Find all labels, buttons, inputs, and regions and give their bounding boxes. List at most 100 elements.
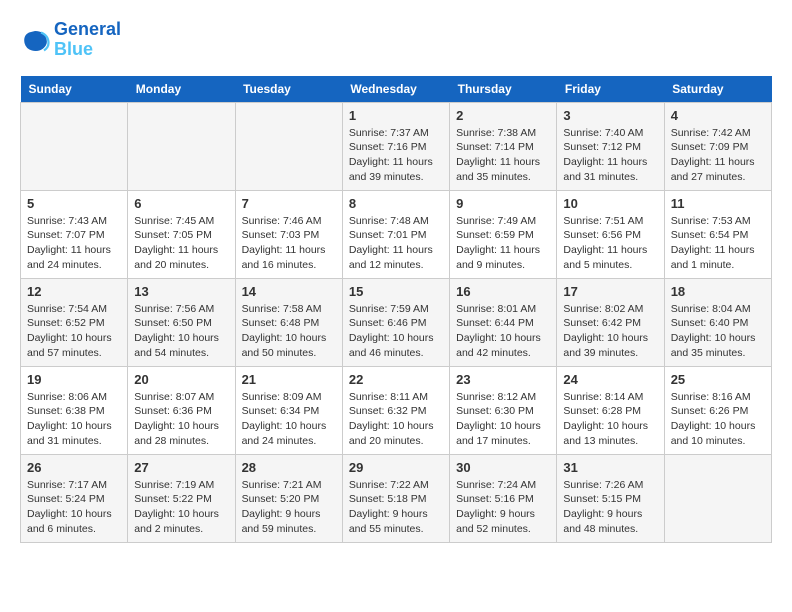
day-number: 8 xyxy=(349,196,443,211)
calendar-cell: 13 Sunrise: 7:56 AM Sunset: 6:50 PM Dayli… xyxy=(128,278,235,366)
calendar-cell: 3Sunrise: 7:40 AM Sunset: 7:12 PM Daylig… xyxy=(557,102,664,190)
day-number: 12 xyxy=(27,284,121,299)
weekday-header-row: SundayMondayTuesdayWednesdayThursdayFrid… xyxy=(21,76,772,103)
calendar-cell: 24 Sunrise: 8:14 AM Sunset: 6:28 PM Dayli… xyxy=(557,366,664,454)
day-info: Sunrise: 7:54 AM Sunset: 6:52 PM Dayligh… xyxy=(27,302,121,361)
calendar-cell: 29 Sunrise: 7:22 AM Sunset: 5:18 PM Dayli… xyxy=(342,454,449,542)
calendar-cell: 14 Sunrise: 7:58 AM Sunset: 6:48 PM Dayli… xyxy=(235,278,342,366)
day-number: 31 xyxy=(563,460,657,475)
day-number: 25 xyxy=(671,372,765,387)
calendar-cell: 8 Sunrise: 7:48 AM Sunset: 7:01 PM Daylig… xyxy=(342,190,449,278)
day-info: Sunrise: 7:53 AM Sunset: 6:54 PM Dayligh… xyxy=(671,214,765,273)
calendar-cell: 23 Sunrise: 8:12 AM Sunset: 6:30 PM Dayli… xyxy=(450,366,557,454)
day-number: 1 xyxy=(349,108,443,123)
day-number: 26 xyxy=(27,460,121,475)
day-info: Sunrise: 7:58 AM Sunset: 6:48 PM Dayligh… xyxy=(242,302,336,361)
calendar-cell: 31 Sunrise: 7:26 AM Sunset: 5:15 PM Dayli… xyxy=(557,454,664,542)
logo-line2: Blue xyxy=(54,40,121,60)
day-number: 29 xyxy=(349,460,443,475)
day-number: 27 xyxy=(134,460,228,475)
calendar-cell: 7 Sunrise: 7:46 AM Sunset: 7:03 PM Daylig… xyxy=(235,190,342,278)
day-info: Sunrise: 7:56 AM Sunset: 6:50 PM Dayligh… xyxy=(134,302,228,361)
day-info: Sunrise: 7:49 AM Sunset: 6:59 PM Dayligh… xyxy=(456,214,550,273)
calendar-cell: 21 Sunrise: 8:09 AM Sunset: 6:34 PM Dayli… xyxy=(235,366,342,454)
calendar-cell: 11 Sunrise: 7:53 AM Sunset: 6:54 PM Dayli… xyxy=(664,190,771,278)
day-number: 7 xyxy=(242,196,336,211)
day-number: 11 xyxy=(671,196,765,211)
day-info: Sunrise: 7:37 AM Sunset: 7:16 PM Dayligh… xyxy=(349,126,443,185)
logo: General Blue xyxy=(20,20,121,60)
weekday-header-saturday: Saturday xyxy=(664,76,771,103)
weekday-header-monday: Monday xyxy=(128,76,235,103)
day-info: Sunrise: 8:16 AM Sunset: 6:26 PM Dayligh… xyxy=(671,390,765,449)
day-number: 2 xyxy=(456,108,550,123)
calendar-cell: 26 Sunrise: 7:17 AM Sunset: 5:24 PM Dayli… xyxy=(21,454,128,542)
calendar-cell xyxy=(235,102,342,190)
calendar-cell xyxy=(21,102,128,190)
calendar-table: SundayMondayTuesdayWednesdayThursdayFrid… xyxy=(20,76,772,543)
day-number: 13 xyxy=(134,284,228,299)
day-number: 21 xyxy=(242,372,336,387)
day-number: 9 xyxy=(456,196,550,211)
calendar-cell: 2Sunrise: 7:38 AM Sunset: 7:14 PM Daylig… xyxy=(450,102,557,190)
day-info: Sunrise: 7:46 AM Sunset: 7:03 PM Dayligh… xyxy=(242,214,336,273)
day-info: Sunrise: 7:19 AM Sunset: 5:22 PM Dayligh… xyxy=(134,478,228,537)
day-number: 6 xyxy=(134,196,228,211)
calendar-cell: 25 Sunrise: 8:16 AM Sunset: 6:26 PM Dayli… xyxy=(664,366,771,454)
day-number: 18 xyxy=(671,284,765,299)
day-info: Sunrise: 8:12 AM Sunset: 6:30 PM Dayligh… xyxy=(456,390,550,449)
logo-line1: General xyxy=(54,20,121,40)
weekday-header-sunday: Sunday xyxy=(21,76,128,103)
day-number: 4 xyxy=(671,108,765,123)
logo-icon xyxy=(20,25,50,55)
day-info: Sunrise: 7:22 AM Sunset: 5:18 PM Dayligh… xyxy=(349,478,443,537)
day-number: 14 xyxy=(242,284,336,299)
calendar-cell: 1 Sunrise: 7:37 AM Sunset: 7:16 PM Daylig… xyxy=(342,102,449,190)
day-info: Sunrise: 8:14 AM Sunset: 6:28 PM Dayligh… xyxy=(563,390,657,449)
day-number: 30 xyxy=(456,460,550,475)
day-info: Sunrise: 7:17 AM Sunset: 5:24 PM Dayligh… xyxy=(27,478,121,537)
calendar-cell: 28 Sunrise: 7:21 AM Sunset: 5:20 PM Dayli… xyxy=(235,454,342,542)
day-info: Sunrise: 8:06 AM Sunset: 6:38 PM Dayligh… xyxy=(27,390,121,449)
day-info: Sunrise: 7:59 AM Sunset: 6:46 PM Dayligh… xyxy=(349,302,443,361)
calendar-cell xyxy=(128,102,235,190)
day-number: 28 xyxy=(242,460,336,475)
calendar-cell: 16 Sunrise: 8:01 AM Sunset: 6:44 PM Dayli… xyxy=(450,278,557,366)
calendar-cell: 27 Sunrise: 7:19 AM Sunset: 5:22 PM Dayli… xyxy=(128,454,235,542)
day-info: Sunrise: 7:24 AM Sunset: 5:16 PM Dayligh… xyxy=(456,478,550,537)
day-info: Sunrise: 7:43 AM Sunset: 7:07 PM Dayligh… xyxy=(27,214,121,273)
day-info: Sunrise: 8:09 AM Sunset: 6:34 PM Dayligh… xyxy=(242,390,336,449)
day-number: 23 xyxy=(456,372,550,387)
day-info: Sunrise: 7:21 AM Sunset: 5:20 PM Dayligh… xyxy=(242,478,336,537)
calendar-week-row: 19Sunrise: 8:06 AM Sunset: 6:38 PM Dayli… xyxy=(21,366,772,454)
day-info: Sunrise: 8:04 AM Sunset: 6:40 PM Dayligh… xyxy=(671,302,765,361)
calendar-cell: 4 Sunrise: 7:42 AM Sunset: 7:09 PM Daylig… xyxy=(664,102,771,190)
day-info: Sunrise: 8:01 AM Sunset: 6:44 PM Dayligh… xyxy=(456,302,550,361)
day-number: 15 xyxy=(349,284,443,299)
day-info: Sunrise: 8:11 AM Sunset: 6:32 PM Dayligh… xyxy=(349,390,443,449)
calendar-cell: 5Sunrise: 7:43 AM Sunset: 7:07 PM Daylig… xyxy=(21,190,128,278)
calendar-cell: 15 Sunrise: 7:59 AM Sunset: 6:46 PM Dayli… xyxy=(342,278,449,366)
weekday-header-tuesday: Tuesday xyxy=(235,76,342,103)
calendar-week-row: 5Sunrise: 7:43 AM Sunset: 7:07 PM Daylig… xyxy=(21,190,772,278)
day-info: Sunrise: 7:42 AM Sunset: 7:09 PM Dayligh… xyxy=(671,126,765,185)
calendar-cell: 17Sunrise: 8:02 AM Sunset: 6:42 PM Dayli… xyxy=(557,278,664,366)
day-info: Sunrise: 7:48 AM Sunset: 7:01 PM Dayligh… xyxy=(349,214,443,273)
day-number: 24 xyxy=(563,372,657,387)
day-info: Sunrise: 8:02 AM Sunset: 6:42 PM Dayligh… xyxy=(563,302,657,361)
day-info: Sunrise: 7:51 AM Sunset: 6:56 PM Dayligh… xyxy=(563,214,657,273)
day-number: 16 xyxy=(456,284,550,299)
calendar-cell: 30 Sunrise: 7:24 AM Sunset: 5:16 PM Dayli… xyxy=(450,454,557,542)
weekday-header-wednesday: Wednesday xyxy=(342,76,449,103)
calendar-cell: 19Sunrise: 8:06 AM Sunset: 6:38 PM Dayli… xyxy=(21,366,128,454)
day-number: 10 xyxy=(563,196,657,211)
calendar-cell: 6Sunrise: 7:45 AM Sunset: 7:05 PM Daylig… xyxy=(128,190,235,278)
day-number: 22 xyxy=(349,372,443,387)
calendar-week-row: 26 Sunrise: 7:17 AM Sunset: 5:24 PM Dayli… xyxy=(21,454,772,542)
calendar-week-row: 1 Sunrise: 7:37 AM Sunset: 7:16 PM Daylig… xyxy=(21,102,772,190)
calendar-cell: 18 Sunrise: 8:04 AM Sunset: 6:40 PM Dayli… xyxy=(664,278,771,366)
weekday-header-friday: Friday xyxy=(557,76,664,103)
calendar-cell: 9 Sunrise: 7:49 AM Sunset: 6:59 PM Daylig… xyxy=(450,190,557,278)
day-info: Sunrise: 7:26 AM Sunset: 5:15 PM Dayligh… xyxy=(563,478,657,537)
calendar-cell: 20Sunrise: 8:07 AM Sunset: 6:36 PM Dayli… xyxy=(128,366,235,454)
